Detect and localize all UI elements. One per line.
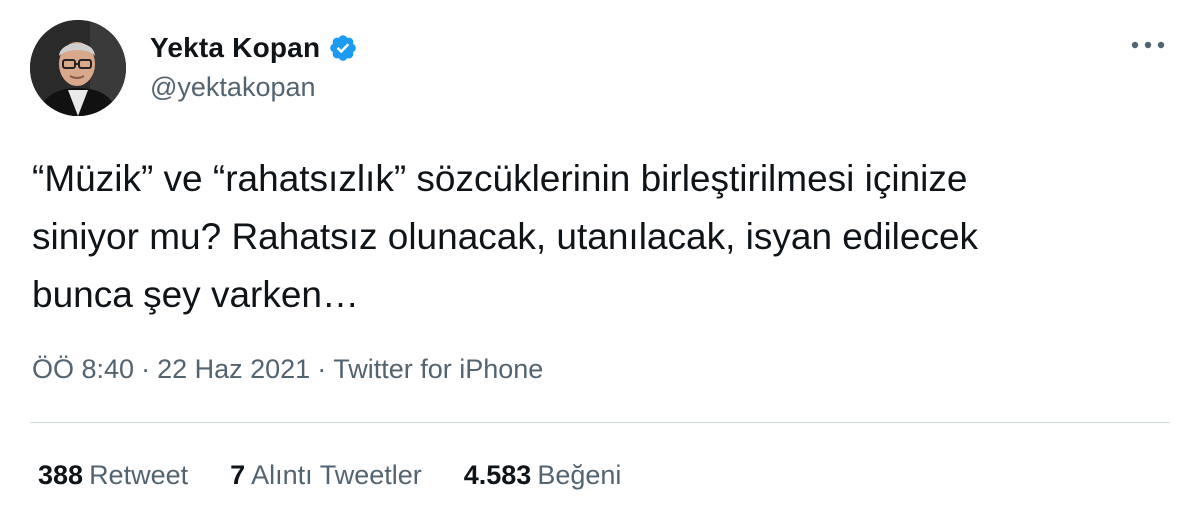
- likes-label: Beğeni: [537, 460, 622, 490]
- quote-tweets-stat[interactable]: 7 Alıntı Tweetler: [230, 460, 422, 491]
- divider: [30, 422, 1170, 423]
- tweet-text: “Müzik” ve “rahatsızlık” sözcüklerinin b…: [32, 158, 979, 315]
- likes-stat[interactable]: 4.583 Beğeni: [464, 460, 622, 491]
- avatar[interactable]: [30, 20, 126, 116]
- author-display-name[interactable]: Yekta Kopan: [150, 32, 320, 64]
- more-options-icon[interactable]: [1128, 30, 1168, 60]
- quote-tweets-label: Alıntı Tweetler: [251, 460, 422, 490]
- retweets-count: 388: [38, 460, 84, 490]
- separator-dot: ·: [141, 354, 151, 384]
- author-name-row: Yekta Kopan: [150, 30, 358, 66]
- tweet-card: Yekta Kopan @yektakopan “Müzik” ve “raha…: [0, 0, 1200, 527]
- retweets-label: Retweet: [89, 460, 189, 490]
- verified-badge-icon: [328, 33, 358, 63]
- author-handle[interactable]: @yektakopan: [150, 72, 316, 103]
- separator-dot: ·: [317, 354, 327, 384]
- tweet-metadata: ÖÖ 8:40 · 22 Haz 2021 · Twitter for iPhone: [32, 354, 543, 385]
- tweet-date[interactable]: 22 Haz 2021: [157, 354, 310, 384]
- likes-count: 4.583: [463, 460, 532, 490]
- retweets-stat[interactable]: 388 Retweet: [38, 460, 188, 491]
- tweet-time[interactable]: ÖÖ 8:40: [32, 354, 134, 384]
- tweet-source[interactable]: Twitter for iPhone: [333, 354, 543, 384]
- engagement-stats: 388 Retweet 7 Alıntı Tweetler 4.583 Beğeni: [38, 460, 663, 491]
- avatar-image: [30, 20, 126, 116]
- quote-tweets-count: 7: [230, 460, 246, 490]
